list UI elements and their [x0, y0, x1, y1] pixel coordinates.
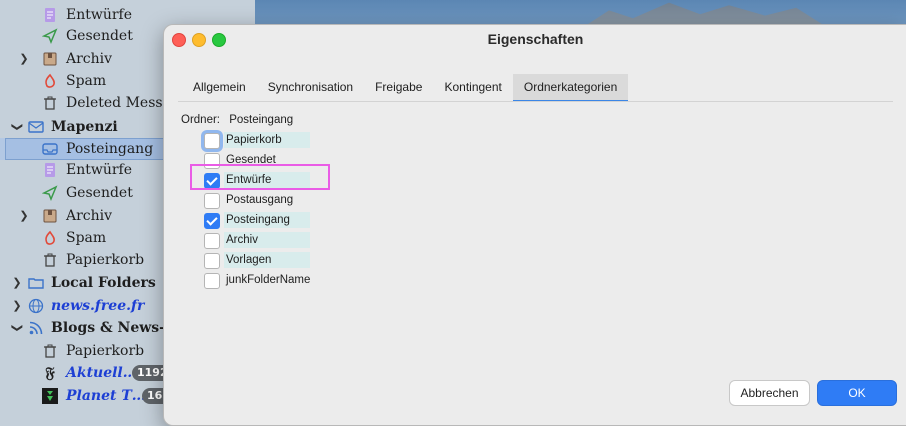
sidebar-item-label: Planet T… [66, 388, 146, 404]
category-label: junkFolderName [226, 274, 311, 286]
category-label: Gesendet [226, 154, 276, 166]
spam-icon [42, 73, 58, 89]
archive-icon [42, 208, 58, 224]
mountain-silhouette [585, 2, 825, 26]
sidebar-item-label: Entwürfe [66, 162, 133, 178]
draft-icon [42, 7, 58, 23]
tab-allgemein[interactable]: Allgemein [182, 74, 257, 101]
tab-ordnerkategorien[interactable]: Ordnerkategorien [512, 74, 629, 102]
archive-icon [42, 51, 58, 67]
chevron-down-icon[interactable]: ❯ [6, 120, 28, 134]
ok-button[interactable]: OK [817, 380, 897, 406]
sidebar-item-label: Gesendet [66, 28, 133, 44]
category-label: Archiv [224, 232, 310, 248]
chevron-right-icon[interactable]: ❯ [17, 48, 31, 70]
checkbox[interactable] [204, 273, 220, 289]
tab-bar: Allgemein Synchronisation Freigabe Konti… [182, 74, 629, 102]
trash-icon [42, 95, 58, 111]
category-label: Entwürfe [224, 172, 310, 188]
sidebar-item-label: Aktuell… [66, 365, 137, 381]
tab-synchronisation[interactable]: Synchronisation [257, 74, 364, 101]
spam-icon [42, 230, 58, 246]
folder-label: Ordner: [181, 114, 220, 126]
checkbox[interactable] [204, 133, 220, 149]
draft-icon [42, 162, 58, 178]
chevron-right-icon[interactable]: ❯ [17, 205, 31, 227]
chevron-down-icon[interactable]: ❯ [6, 321, 28, 335]
tab-divider [178, 101, 893, 102]
category-label: Posteingang [224, 212, 310, 228]
trash-icon [42, 252, 58, 268]
sidebar-item-entwuerfe[interactable]: Entwürfe [0, 4, 255, 26]
sent-icon [42, 28, 58, 44]
cancel-button[interactable]: Abbrechen [729, 380, 810, 406]
chevron-right-icon[interactable]: ❯ [10, 295, 24, 317]
sidebar-item-label: Local Folders [51, 275, 156, 291]
sent-icon [42, 185, 58, 201]
category-label: Postausgang [226, 194, 294, 206]
checkbox[interactable] [204, 193, 220, 209]
dialog-title: Eigenschaften [487, 31, 584, 47]
sidebar-item-label: Archiv [66, 208, 113, 224]
faz-icon: 𝔉 [45, 364, 55, 382]
sidebar-item-label: Spam [66, 73, 107, 89]
dialog-titlebar[interactable]: Eigenschaften [164, 25, 906, 53]
sidebar-item-label: Archiv [66, 51, 113, 67]
checkbox[interactable] [204, 173, 220, 189]
category-label: Papierkorb [224, 132, 310, 148]
sidebar-item-label: Entwürfe [66, 7, 133, 23]
chevron-right-icon[interactable]: ❯ [10, 272, 24, 294]
checkbox[interactable] [204, 213, 220, 229]
tab-freigabe[interactable]: Freigabe [364, 74, 433, 101]
sidebar-item-label: Papierkorb [66, 252, 145, 268]
sidebar-item-label: news.free.fr [51, 298, 145, 314]
rss-icon [28, 320, 44, 336]
checkbox[interactable] [204, 153, 220, 169]
account-icon [28, 119, 44, 135]
sidebar-item-label: Spam [66, 230, 107, 246]
folder-info: Ordner: Posteingang [181, 114, 299, 126]
tab-kontingent[interactable]: Kontingent [433, 74, 512, 101]
folder-icon [28, 275, 44, 291]
globe-icon [28, 298, 44, 314]
sidebar-item-label: Mapenzi [51, 119, 118, 135]
planet-icon [42, 388, 58, 404]
checkbox[interactable] [204, 253, 220, 269]
trash-icon [42, 343, 58, 359]
inbox-icon [42, 141, 58, 157]
sidebar-item-label: Papierkorb [66, 343, 145, 359]
properties-dialog: Eigenschaften Allgemein Synchronisation … [163, 24, 906, 426]
category-label: Vorlagen [224, 252, 310, 268]
sidebar-item-label: Posteingang [66, 141, 154, 157]
checkbox[interactable] [204, 233, 220, 249]
folder-value: Posteingang [229, 114, 294, 126]
sidebar-item-label: Gesendet [66, 185, 133, 201]
